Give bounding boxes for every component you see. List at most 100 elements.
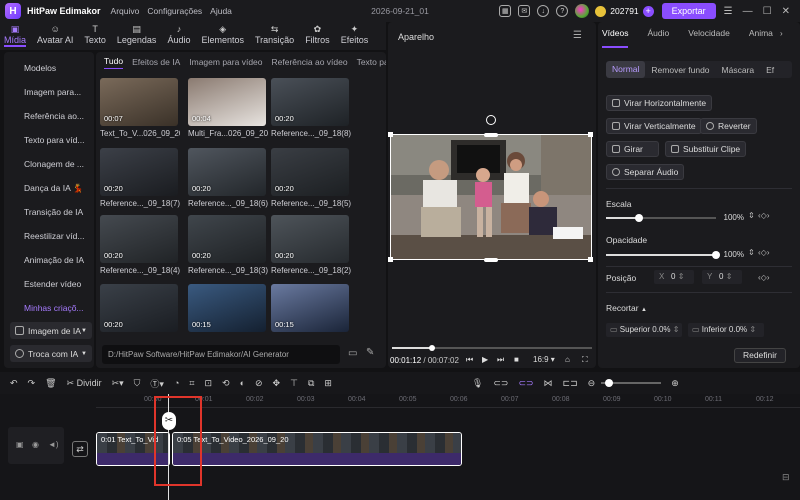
keyframe-icon[interactable]: ‹◇› (758, 248, 769, 257)
folder-icon[interactable]: ▭ (348, 348, 357, 359)
imagem-de-ia-dropdown[interactable]: Imagem de IA ▼ (10, 322, 92, 339)
calendar-icon[interactable]: ▦ (499, 5, 512, 17)
download-icon[interactable]: ↓ (537, 5, 550, 17)
freeze-icon[interactable]: ⊡ (204, 378, 212, 389)
cut-options-icon[interactable]: ✂▾ (112, 378, 124, 389)
media-thumbnail[interactable]: 00:20 (188, 148, 266, 196)
subtab-tudo[interactable]: Tudo (104, 56, 124, 69)
seg-normal[interactable]: Normal (606, 61, 646, 78)
add-coins-button[interactable]: + (642, 5, 654, 17)
tab-audio-props[interactable]: Áudio (647, 28, 669, 48)
link-icon[interactable]: ⊂⊃ (493, 378, 508, 389)
crop-icon[interactable]: ⌗ (189, 378, 194, 389)
menu-arquivo[interactable]: Arquivo (111, 6, 140, 16)
scale-slider[interactable] (606, 214, 716, 222)
text-tool-icon[interactable]: Ⓣ▾ (150, 377, 164, 390)
help-icon[interactable]: ? (556, 5, 569, 17)
zoom-slider[interactable] (601, 379, 662, 387)
resize-handle[interactable] (588, 257, 593, 262)
media-thumbnail[interactable]: 00:20 (100, 148, 178, 196)
separate-audio-button[interactable]: Separar Áudio (606, 164, 685, 180)
resize-handle[interactable] (484, 133, 498, 137)
reverse-button[interactable]: Reverter (700, 118, 757, 134)
subtab-texto-para[interactable]: Texto pa (357, 57, 386, 67)
play-icon[interactable]: ▶ (482, 355, 488, 364)
crop-label[interactable]: Recortar ▲ (606, 303, 647, 313)
tab-videos[interactable]: Vídeos (602, 28, 629, 48)
redo-icon[interactable]: ↷ (28, 378, 36, 389)
menu-ajuda[interactable]: Ajuda (210, 6, 232, 16)
subtab-efeitos-ia[interactable]: Efeitos de IA (132, 57, 180, 67)
microphone-icon[interactable]: 🎙 (472, 378, 483, 389)
stop-icon[interactable]: ■ (514, 355, 519, 364)
resize-handle[interactable] (388, 257, 393, 262)
video-frame[interactable] (390, 134, 592, 260)
mirror-icon[interactable]: ◐ (240, 378, 245, 388)
preview-menu-icon[interactable]: ☰ (573, 30, 582, 41)
reset-button[interactable]: Redefinir (733, 348, 786, 363)
user-avatar[interactable] (575, 4, 590, 18)
volume-icon[interactable]: ◄) (48, 440, 59, 449)
subtab-imagem-para-video[interactable]: Imagem para vídeo (189, 57, 262, 67)
seg-efeitos[interactable]: Ef (760, 65, 780, 75)
rotate-button[interactable]: Girar (606, 141, 659, 157)
sidebar-item-transicao-ia[interactable]: Transição de IA (24, 207, 90, 217)
tab-transicao[interactable]: ⇆ Transição (255, 22, 294, 45)
position-y-input[interactable]: Y 0 ⇕ (702, 270, 742, 284)
tab-animacao[interactable]: Anima (749, 28, 773, 48)
keyframe-icon[interactable]: ‹◇› (758, 211, 769, 220)
sidebar-item-estender[interactable]: Estender vídeo (24, 279, 90, 289)
chevron-right-icon[interactable]: › (780, 29, 783, 38)
resize-handle[interactable] (484, 258, 498, 262)
lock-icon[interactable]: ▣ (16, 440, 24, 449)
snapshot-icon[interactable]: ⌂ (565, 355, 570, 364)
sidebar-item-animacao[interactable]: Animação de IA (24, 255, 90, 265)
media-thumbnail[interactable]: 00:15 (188, 284, 266, 332)
output-path-field[interactable]: D:/HitPaw Software/HitPaw Edimakor/AI Ge… (102, 345, 340, 364)
crop-top-input[interactable]: ▭ Superior 0.0% ⇕ (606, 323, 682, 337)
media-thumbnail[interactable]: 00:20 (271, 215, 349, 263)
scale-value[interactable]: 100% (718, 211, 746, 224)
split-button[interactable]: ✂ Dividir (67, 378, 102, 389)
next-frame-icon[interactable]: ⏭ (497, 355, 504, 365)
minimize-icon[interactable]: — (743, 6, 753, 17)
media-thumbnail[interactable]: 00:04 (188, 78, 266, 126)
speed-icon[interactable]: ◔ (174, 378, 179, 388)
zoom-out-icon[interactable]: ⊖ (588, 378, 596, 389)
export-button[interactable]: Exportar (661, 3, 716, 19)
fit-icon[interactable]: ⊏⊐ (563, 378, 578, 389)
stepper-icon[interactable]: ⇕ (748, 248, 755, 257)
tab-avatar-ai[interactable]: ☺ Avatar AI (37, 22, 73, 45)
sidebar-item-clonagem[interactable]: Clonagem de ... (24, 159, 90, 169)
aspect-ratio-select[interactable]: 16:9 ▾ (533, 355, 555, 364)
tab-efeitos[interactable]: ✦ Efeitos (341, 22, 369, 45)
sidebar-item-danca[interactable]: Dança da IA 💃 (24, 183, 90, 194)
crop-bottom-input[interactable]: ▭ Inferior 0.0% ⇕ (688, 323, 764, 337)
rotate-handle-icon[interactable] (486, 115, 496, 125)
playback-progress[interactable] (392, 345, 592, 351)
media-thumbnail[interactable]: 00:20 (100, 215, 178, 263)
shield-icon[interactable]: ⛉ (134, 378, 141, 389)
sidebar-item-referencia[interactable]: Referência ao... (24, 111, 90, 121)
subtab-referencia-video[interactable]: Referência ao vídeo (272, 57, 348, 67)
reverse-tl-icon[interactable]: ⊘ (255, 378, 263, 389)
media-thumbnail[interactable]: 00:07 (100, 78, 178, 126)
fullscreen-icon[interactable]: ⛶ (582, 355, 588, 365)
replace-media-icon[interactable]: ⇄ (72, 441, 88, 457)
menu-icon[interactable]: ☰ (724, 6, 733, 17)
delete-icon[interactable]: 🗑 (45, 378, 56, 389)
media-thumbnail[interactable]: 00:20 (100, 284, 178, 332)
close-icon[interactable]: ✕ (782, 6, 790, 17)
tab-legendas[interactable]: ▤ Legendas (117, 22, 157, 45)
message-icon[interactable]: ✉ (518, 5, 531, 17)
stepper-icon[interactable]: ⇕ (748, 211, 755, 220)
flip-horizontal-button[interactable]: Virar Horizontalmente (606, 95, 713, 111)
menu-configuracoes[interactable]: Configurações (147, 6, 202, 16)
prev-frame-icon[interactable]: ⏮ (466, 355, 473, 365)
resize-handle[interactable] (588, 132, 593, 137)
history-icon[interactable]: ⟲ (222, 378, 230, 389)
tab-texto[interactable]: T Texto (84, 22, 106, 45)
ripple-icon[interactable]: ⋈ (544, 378, 553, 389)
keyframe-icon[interactable]: ‹◇› (758, 273, 769, 282)
media-thumbnail[interactable]: 00:20 (188, 215, 266, 263)
